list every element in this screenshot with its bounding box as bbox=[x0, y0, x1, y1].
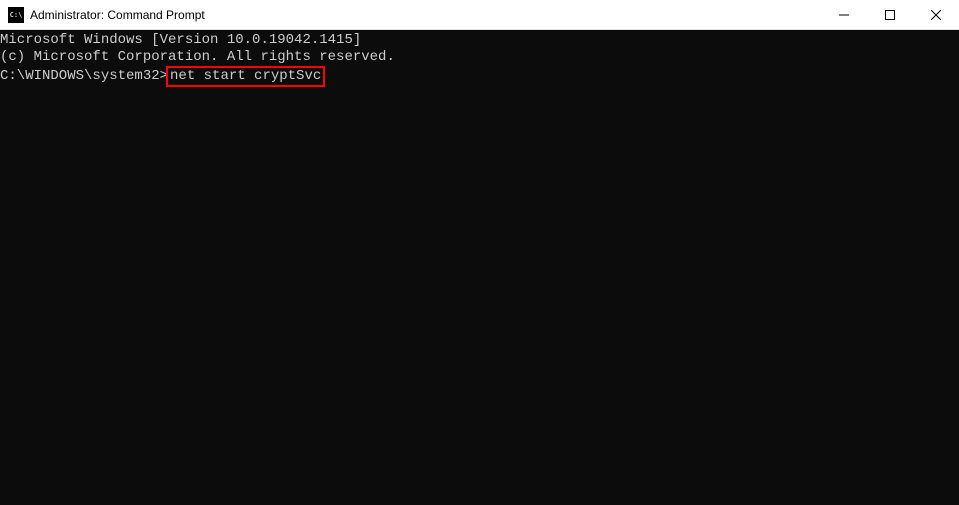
close-icon bbox=[931, 10, 941, 20]
terminal-command: net start cryptSvc bbox=[170, 68, 321, 84]
maximize-button[interactable] bbox=[867, 0, 913, 29]
window-title: Administrator: Command Prompt bbox=[30, 8, 821, 22]
close-button[interactable] bbox=[913, 0, 959, 29]
terminal-prompt-line: C:\WINDOWS\system32>net start cryptSvc bbox=[0, 66, 959, 87]
minimize-button[interactable] bbox=[821, 0, 867, 29]
terminal-line-copyright: (c) Microsoft Corporation. All rights re… bbox=[0, 49, 959, 66]
terminal-prompt: C:\WINDOWS\system32> bbox=[0, 68, 168, 84]
terminal-line-version: Microsoft Windows [Version 10.0.19042.14… bbox=[0, 32, 959, 49]
cmd-icon: C:\ bbox=[8, 7, 24, 23]
window-controls bbox=[821, 0, 959, 29]
window-titlebar: C:\ Administrator: Command Prompt bbox=[0, 0, 959, 30]
minimize-icon bbox=[839, 10, 849, 20]
cmd-icon-text: C:\ bbox=[10, 11, 23, 19]
terminal-area[interactable]: Microsoft Windows [Version 10.0.19042.14… bbox=[0, 30, 959, 505]
maximize-icon bbox=[885, 10, 895, 20]
command-highlight: net start cryptSvc bbox=[166, 66, 325, 87]
